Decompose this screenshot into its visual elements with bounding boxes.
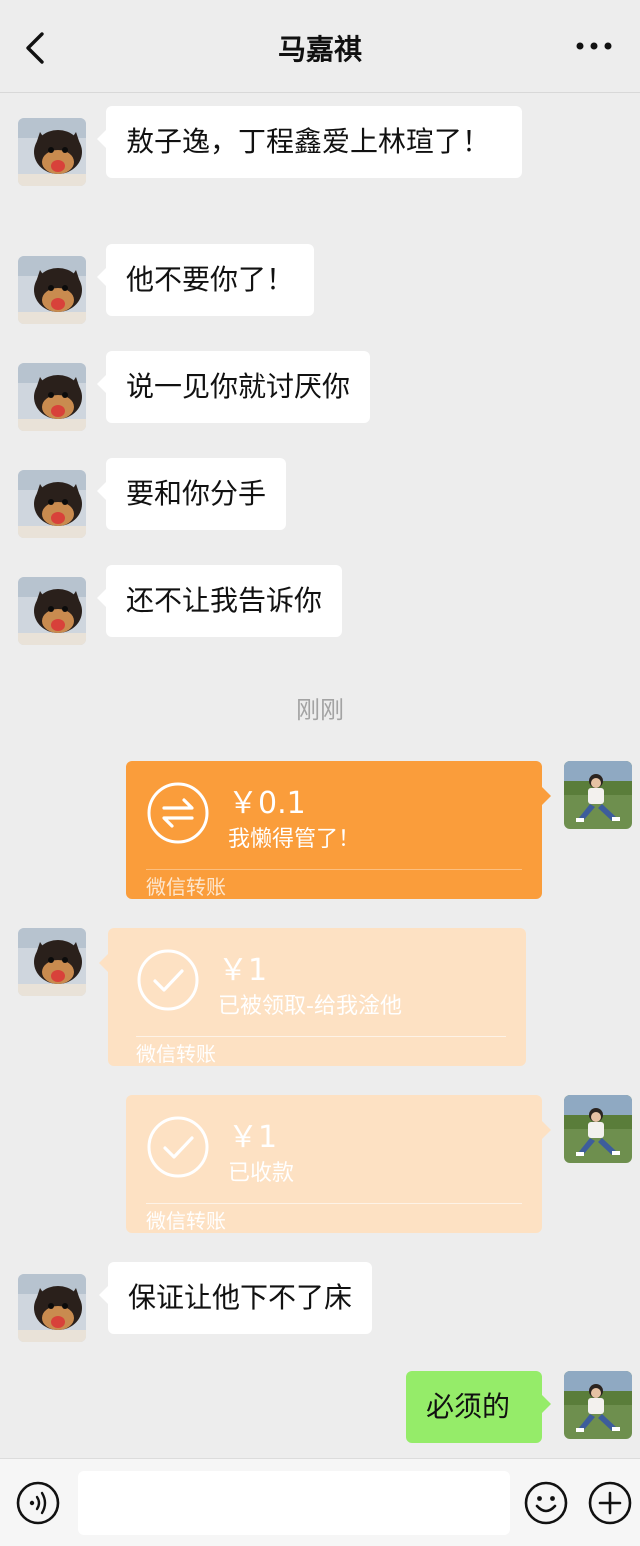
message-text: 必须的 bbox=[426, 1390, 511, 1423]
more-horizontal-icon[interactable] bbox=[574, 34, 614, 58]
transfer-note: 我懒得管了！ bbox=[228, 827, 361, 852]
message-text: 要和你分手 bbox=[126, 477, 267, 510]
boy-avatar-icon bbox=[564, 1371, 632, 1439]
dog-avatar-icon bbox=[18, 118, 86, 186]
message-text: 说一见你就讨厌你 bbox=[126, 370, 351, 403]
dog-avatar-icon bbox=[18, 577, 86, 645]
divider bbox=[146, 869, 522, 870]
avatar-self[interactable] bbox=[564, 1371, 632, 1439]
transfer-label: 微信转账 bbox=[146, 875, 226, 899]
plus-circle-icon[interactable] bbox=[588, 1481, 632, 1525]
avatar-contact[interactable] bbox=[18, 928, 86, 996]
message-input[interactable] bbox=[78, 1471, 510, 1535]
message-bubble[interactable]: 敖子逸，丁程鑫爱上林瑄了！ bbox=[97, 106, 522, 178]
divider bbox=[146, 1203, 522, 1204]
avatar-contact[interactable] bbox=[18, 577, 86, 645]
transfer-arrows-icon bbox=[146, 781, 210, 845]
checkmark-circle-icon bbox=[136, 948, 200, 1012]
transfer-note: 已被领取-给我淦他 bbox=[218, 994, 402, 1019]
message-bubble[interactable]: 他不要你了！ bbox=[96, 244, 315, 316]
transfer-card[interactable]: ￥1 已被领取-给我淦他 微信转账 bbox=[99, 928, 526, 1066]
message-text: 敖子逸，丁程鑫爱上林瑄了！ bbox=[126, 125, 491, 158]
dog-avatar-icon bbox=[18, 928, 86, 996]
dog-avatar-icon bbox=[18, 363, 86, 431]
message-bubble[interactable]: 保证让他下不了床 bbox=[98, 1262, 373, 1334]
emoji-icon[interactable] bbox=[524, 1481, 568, 1525]
message-bubble[interactable]: 说一见你就讨厌你 bbox=[96, 351, 371, 423]
avatar-self[interactable] bbox=[564, 761, 632, 829]
avatar-contact[interactable] bbox=[18, 256, 86, 324]
avatar-contact[interactable] bbox=[18, 470, 86, 538]
dog-avatar-icon bbox=[18, 470, 86, 538]
message-text: 他不要你了！ bbox=[126, 263, 295, 296]
message-text: 保证让他下不了床 bbox=[128, 1281, 353, 1314]
timestamp: 刚刚 bbox=[296, 696, 344, 724]
avatar-contact[interactable] bbox=[18, 118, 86, 186]
transfer-label: 微信转账 bbox=[136, 1042, 216, 1066]
boy-avatar-icon bbox=[564, 1095, 632, 1163]
transfer-card[interactable]: ￥0.1 我懒得管了！ 微信转账 bbox=[126, 761, 551, 899]
message-bubble[interactable]: 还不让我告诉你 bbox=[96, 565, 343, 637]
divider bbox=[136, 1036, 506, 1037]
dog-avatar-icon bbox=[18, 1274, 86, 1342]
message-text: 还不让我告诉你 bbox=[126, 584, 323, 617]
page-title: 马嘉祺 bbox=[277, 33, 362, 66]
avatar-self[interactable] bbox=[564, 1095, 632, 1163]
transfer-label: 微信转账 bbox=[146, 1209, 226, 1233]
boy-avatar-icon bbox=[564, 761, 632, 829]
message-bubble[interactable]: 要和你分手 bbox=[96, 458, 287, 530]
avatar-contact[interactable] bbox=[18, 1274, 86, 1342]
transfer-note: 已收款 bbox=[228, 1161, 295, 1186]
chat-header: 马嘉祺 bbox=[0, 0, 640, 93]
transfer-amount: ￥1 bbox=[228, 1120, 278, 1155]
avatar-contact[interactable] bbox=[18, 363, 86, 431]
checkmark-circle-icon bbox=[146, 1115, 210, 1179]
transfer-amount: ￥0.1 bbox=[228, 786, 306, 821]
message-bubble-self[interactable]: 必须的 bbox=[406, 1371, 551, 1443]
transfer-card[interactable]: ￥1 已收款 微信转账 bbox=[126, 1095, 551, 1233]
dog-avatar-icon bbox=[18, 256, 86, 324]
voice-icon[interactable] bbox=[16, 1481, 60, 1525]
transfer-amount: ￥1 bbox=[218, 953, 268, 988]
input-bar bbox=[0, 1458, 640, 1546]
